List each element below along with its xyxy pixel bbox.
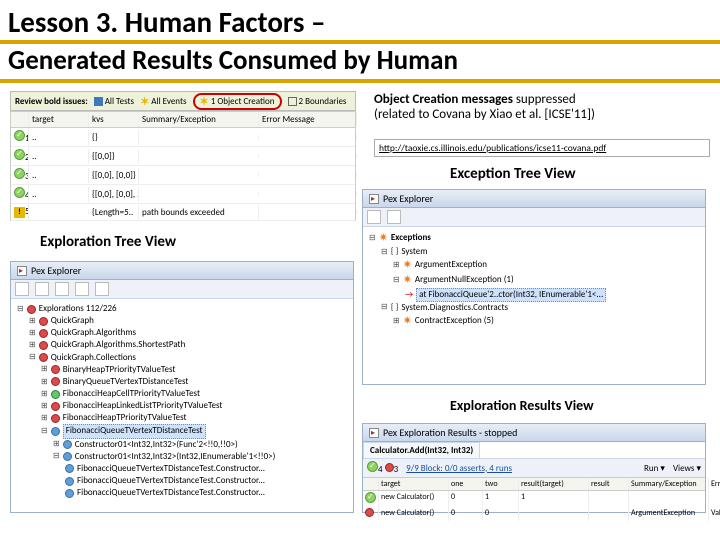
section-label-exploration-tree: Exploration Tree View (40, 233, 176, 251)
red-ball-icon (365, 508, 374, 517)
toolbar (363, 208, 705, 227)
filter-all-tests[interactable]: All Tests (94, 96, 134, 107)
red-ball-icon (39, 341, 48, 350)
red-ball-icon (39, 329, 48, 338)
pex-icon (17, 266, 27, 276)
home-button[interactable] (367, 210, 381, 224)
url-link[interactable]: http://taoxie.cs.illinois.edu/publicatio… (374, 139, 710, 157)
filter-boundaries[interactable]: 2 Boundaries (288, 96, 347, 107)
blue-ball-icon (63, 440, 72, 449)
filter-bar: Review bold issues: All Tests ✶All Event… (10, 91, 356, 111)
boundaries-icon (288, 97, 297, 106)
tests-icon (94, 97, 103, 106)
table-row[interactable]: 4..{[0,0], [0,0], .. (11, 185, 355, 204)
events-icon: ✶ (140, 95, 149, 108)
pex-icon (369, 428, 379, 438)
exception-icon: ✷ (403, 273, 412, 288)
slide-title: Lesson 3. Human Factors – (0, 0, 720, 44)
filter-object-creation[interactable]: ✶1 Object Creation (193, 93, 282, 110)
warn-icon: ! (14, 207, 25, 218)
filter-label: Review bold issues: (15, 96, 88, 107)
coverage-link[interactable]: 9/9 Block: 0/0 asserts, 4 runs (406, 463, 512, 474)
pex-icon (369, 194, 379, 204)
red-ball-icon (39, 317, 48, 326)
check-icon (14, 130, 25, 141)
check-icon (14, 187, 25, 198)
check-icon (14, 168, 25, 179)
end-button[interactable] (95, 282, 109, 296)
namespace-icon: { } (391, 246, 399, 258)
toolbar (11, 280, 353, 299)
blue-ball-icon (65, 464, 74, 473)
stop-button[interactable] (55, 282, 69, 296)
table-row[interactable]: 1..{} (11, 128, 355, 147)
table-row[interactable]: !5{Length=5..path bounds exceeded (11, 204, 355, 221)
refresh-button[interactable] (387, 210, 401, 224)
blue-ball-icon (51, 427, 60, 436)
red-ball-icon (385, 463, 394, 472)
section-label-exploration-results: Exploration Results View (450, 397, 594, 414)
exception-icon: ✷ (403, 314, 412, 329)
slide-body: Review bold issues: All Tests ✶All Event… (0, 83, 720, 523)
namespace-icon: { } (391, 302, 399, 314)
exploration-tree-panel: Pex Explorer ⊟Explorations 112/226 ⊞Quic… (10, 261, 354, 513)
table-row[interactable]: 2..{[0,0]} (11, 147, 355, 166)
blue-ball-icon (63, 452, 72, 461)
exploration-tree[interactable]: ⊟Explorations 112/226 ⊞QuickGraph ⊞Quick… (11, 299, 353, 503)
red-ball-icon (39, 353, 48, 362)
exception-icon: ✷ (403, 258, 412, 273)
red-ball-icon (51, 377, 60, 386)
grid-header: target kvs Summary/Exception Error Messa… (11, 112, 355, 128)
panel-title: Pex Exploration Results - stopped (363, 424, 705, 442)
blue-ball-icon (65, 489, 74, 498)
results-grid: targetonetworesult(target)resultSummary/… (363, 477, 705, 521)
red-ball-icon (51, 365, 60, 374)
exception-tree-panel: Pex Explorer ⊟✷Exceptions ⊟{ }System ⊞✷A… (362, 189, 706, 385)
red-ball-icon (27, 305, 36, 314)
red-ball-icon (51, 402, 60, 411)
results-toolbar: 4 3 9/9 Block: 0/0 asserts, 4 runs Run ▾… (363, 459, 705, 477)
slide-subtitle: Generated Results Consumed by Human (0, 44, 720, 83)
run-button[interactable]: Run ▾ (644, 463, 665, 474)
blue-ball-icon (65, 477, 74, 486)
home-button[interactable] (15, 282, 29, 296)
table-row[interactable]: new Calculator()011 (363, 491, 705, 507)
step-button[interactable] (75, 282, 89, 296)
filter-all-events[interactable]: ✶All Events (140, 95, 186, 108)
test-grid: target kvs Summary/Exception Error Messa… (10, 111, 356, 221)
check-icon (367, 461, 378, 472)
object-creation-icon: ✶ (200, 95, 209, 108)
exception-tree[interactable]: ⊟✷Exceptions ⊟{ }System ⊞✷ArgumentExcept… (363, 227, 705, 333)
refresh-button[interactable] (35, 282, 49, 296)
panel-title: Pex Explorer (11, 262, 353, 280)
exception-icon: ✷ (379, 231, 388, 246)
section-label-exception-tree: Exception Tree View (450, 165, 576, 183)
views-button[interactable]: Views ▾ (673, 463, 701, 474)
red-ball-icon (51, 414, 60, 423)
panel-title: Pex Explorer (363, 190, 705, 208)
green-ball-icon (51, 390, 60, 399)
result-tab[interactable]: Calculator.Add(Int32, Int32) (363, 442, 480, 458)
check-icon (14, 149, 25, 160)
table-row[interactable]: new Calculator()00ArgumentExceptionValue… (363, 507, 705, 521)
check-icon (365, 492, 376, 503)
exploration-results-panel: Pex Exploration Results - stopped Calcul… (362, 423, 706, 513)
table-row[interactable]: 3..{[0,0], [0,0]} (11, 166, 355, 185)
annotation-callout: Object Creation messages suppressed (rel… (374, 93, 708, 123)
